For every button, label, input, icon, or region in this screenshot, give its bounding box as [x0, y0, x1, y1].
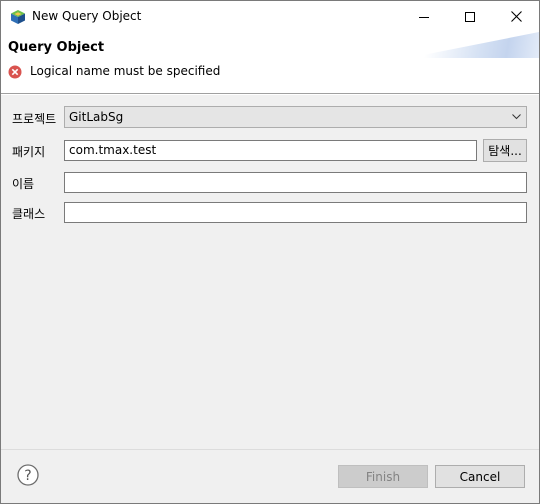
project-combo-value: GitLabSg: [69, 110, 124, 124]
window-title: New Query Object: [32, 9, 142, 23]
help-icon[interactable]: ?: [17, 464, 39, 486]
cancel-button[interactable]: Cancel: [435, 465, 525, 488]
error-message: Logical name must be specified: [30, 64, 221, 78]
error-icon: [8, 65, 22, 79]
header-decoration: [407, 32, 539, 58]
project-label: 프로젝트: [12, 112, 57, 126]
wizard-header: Query Object Logical name must be specif…: [1, 32, 539, 93]
header-divider-highlight: [1, 94, 539, 95]
close-icon: [510, 11, 522, 22]
svg-text:?: ?: [24, 468, 31, 484]
title-bar: New Query Object: [1, 1, 539, 32]
browse-button[interactable]: 탐색...: [483, 139, 527, 162]
maximize-button[interactable]: [447, 1, 493, 32]
maximize-icon: [465, 11, 475, 22]
app-cube-icon: [11, 10, 25, 24]
name-field[interactable]: [64, 172, 527, 193]
project-combo[interactable]: GitLabSg: [64, 106, 527, 128]
name-label: 이름: [12, 177, 35, 191]
package-label: 패키지: [12, 145, 46, 159]
package-field[interactable]: com.tmax.test: [64, 140, 477, 161]
page-title: Query Object: [8, 40, 105, 55]
footer-divider: [1, 449, 539, 450]
dialog-window: New Query Object Query Object Logical na…: [0, 0, 540, 504]
chevron-down-icon: [512, 114, 521, 120]
class-field[interactable]: [64, 202, 527, 223]
close-button[interactable]: [493, 1, 539, 32]
minimize-button[interactable]: [401, 1, 447, 32]
class-label: 클래스: [12, 207, 46, 221]
minimize-icon: [419, 16, 429, 18]
finish-button[interactable]: Finish: [338, 465, 428, 488]
package-field-value: com.tmax.test: [69, 143, 157, 157]
